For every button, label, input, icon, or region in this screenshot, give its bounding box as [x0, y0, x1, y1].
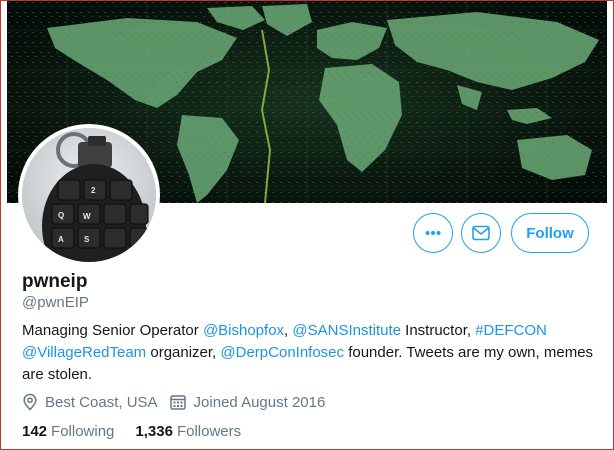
avatar-key-w: W [83, 212, 91, 221]
joined-item: Joined August 2016 [169, 393, 326, 411]
bio-text: organizer, [146, 344, 221, 361]
followers-label: Followers [176, 423, 242, 440]
following-link[interactable]: 142 Following [22, 423, 114, 440]
follow-button[interactable]: Follow [511, 213, 589, 253]
followers-link[interactable]: 1,336 Followers [135, 423, 241, 440]
profile-bio: Managing Senior Operator @Bishopfox, @SA… [22, 320, 607, 386]
location-text: Best Coast, USA [45, 393, 158, 411]
avatar-key-s: S [84, 235, 90, 244]
joined-text: Joined August 2016 [193, 393, 326, 411]
avatar[interactable]: 2 W Q A S [18, 124, 160, 266]
more-options-button[interactable] [413, 213, 453, 253]
following-label: Following [51, 423, 115, 440]
avatar-key-q: Q [58, 211, 64, 220]
location-item: Best Coast, USA [22, 393, 158, 411]
bio-mention-bishopfox[interactable]: @Bishopfox [203, 322, 284, 339]
bio-hashtag-defcon[interactable]: #DEFCON [475, 322, 547, 339]
followers-count: 1,336 [135, 423, 173, 440]
user-handle: @pwnEIP [22, 294, 89, 311]
follow-stats: 142 Following 1,336 Followers [22, 423, 262, 440]
display-name: pwneip [22, 271, 88, 292]
bio-mention-derpconinfosec[interactable]: @DerpConInfosec [220, 344, 344, 361]
avatar-key-2: 2 [91, 186, 96, 195]
profile-meta: Best Coast, USA Joined August 2016 [22, 393, 336, 411]
bio-mention-sansinstitute[interactable]: @SANSInstitute [292, 322, 401, 339]
envelope-icon [472, 225, 490, 241]
calendar-icon [169, 395, 186, 410]
bio-mention-villageredteam[interactable]: @VillageRedTeam [22, 344, 146, 361]
more-dots-icon [425, 231, 441, 235]
following-count: 142 [22, 423, 48, 440]
avatar-key-a: A [58, 235, 64, 244]
avatar-image: 2 W Q A S [22, 128, 156, 262]
bio-text: Instructor, [401, 322, 476, 339]
bio-text: Managing Senior Operator [22, 322, 203, 339]
location-pin-icon [23, 393, 37, 411]
message-button[interactable] [461, 213, 501, 253]
